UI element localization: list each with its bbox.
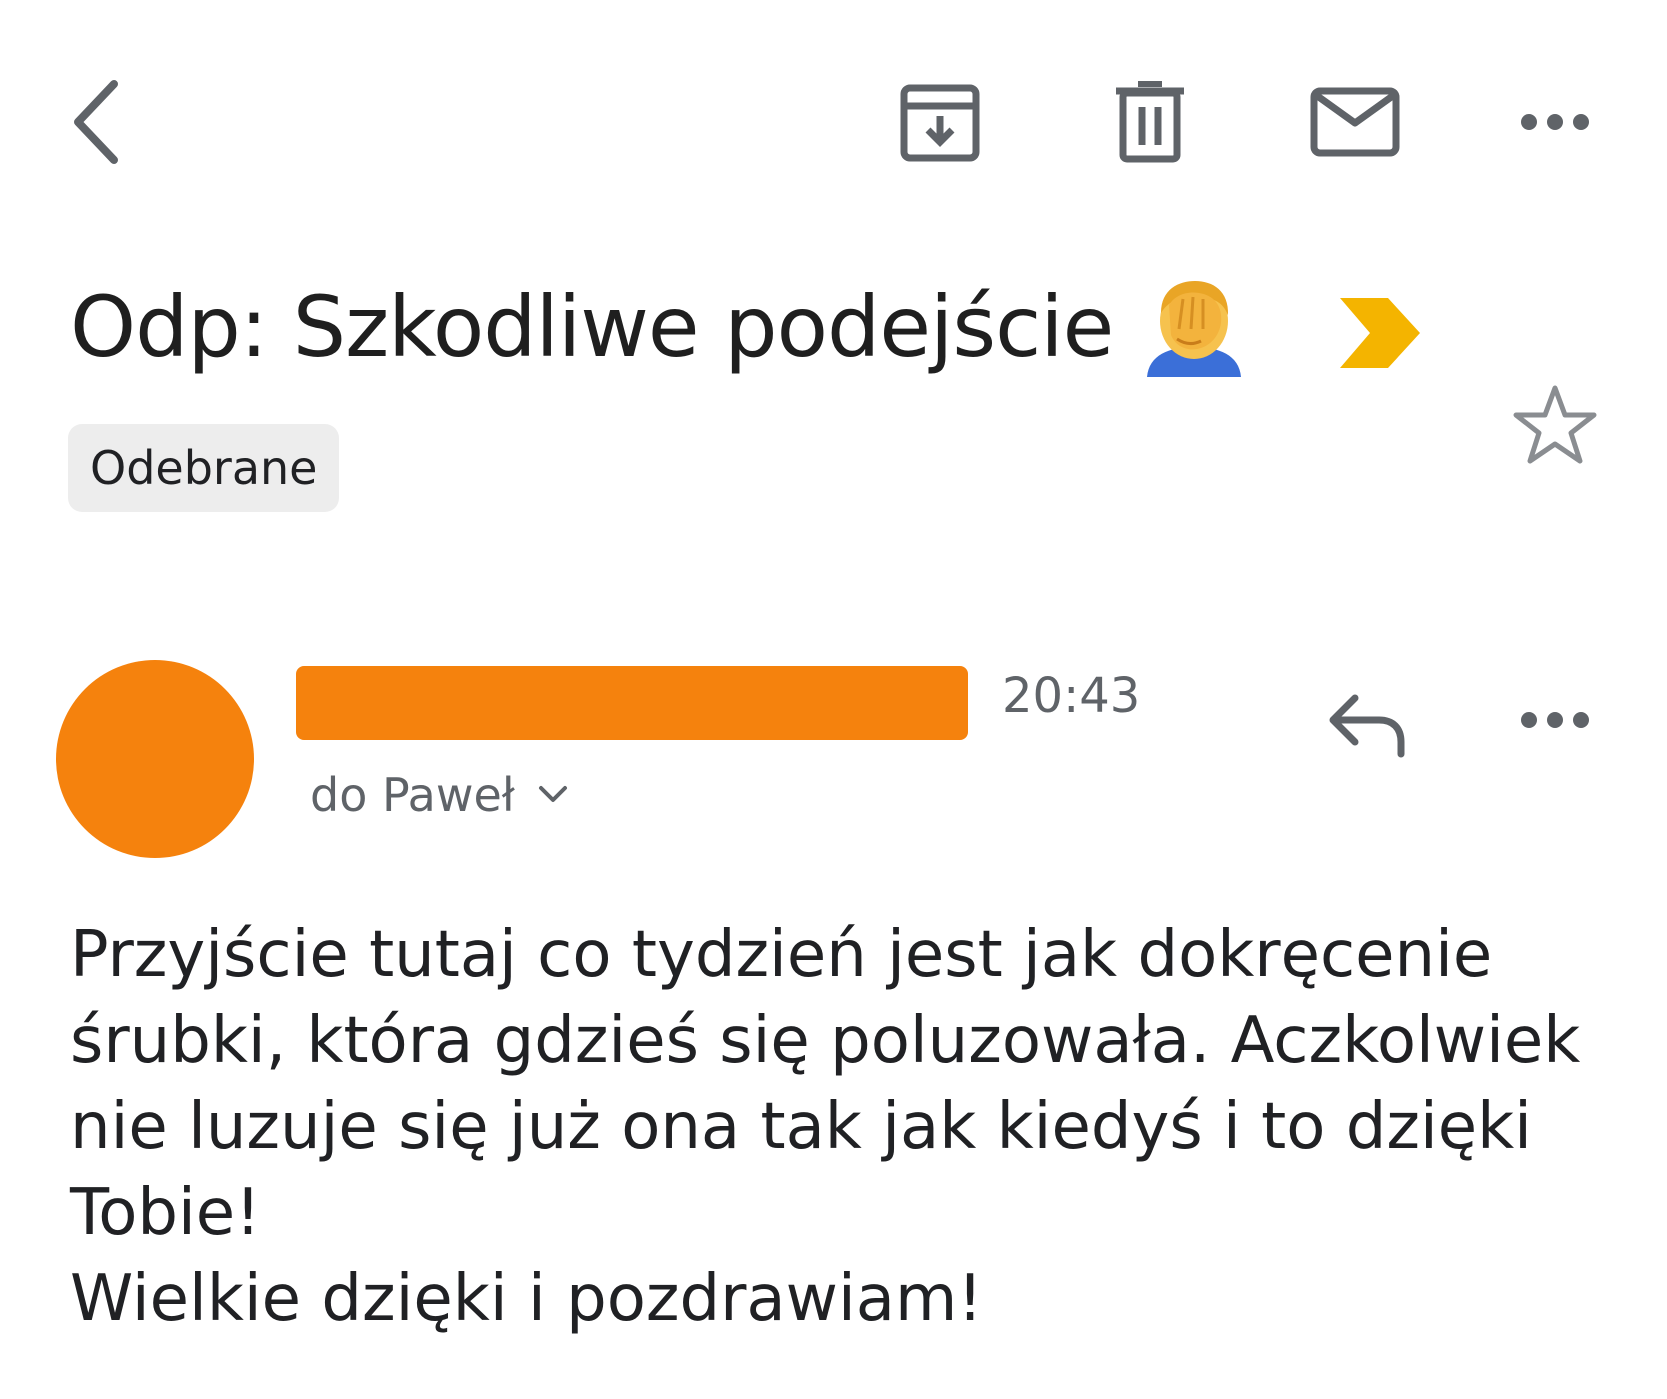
body-line: nie luzuje się już ona tak jak kiedyś i …: [70, 1090, 1532, 1164]
mark-unread-button[interactable]: [1305, 72, 1405, 172]
archive-icon: [900, 84, 980, 162]
reply-icon: [1329, 694, 1405, 758]
label-chip-inbox[interactable]: Odebrane: [68, 424, 340, 512]
back-button[interactable]: [60, 72, 130, 172]
subject-row: Odp: Szkodliwe podejście: [70, 272, 1249, 382]
message-more-button[interactable]: [1510, 690, 1600, 750]
star-button[interactable]: [1505, 375, 1605, 475]
importance-marker-icon[interactable]: [1340, 298, 1420, 368]
chevron-left-icon: [74, 80, 118, 164]
more-horizontal-icon: [1521, 712, 1589, 728]
body-line: Przyjście tutaj co tydzień jest jak dokr…: [70, 918, 1493, 992]
body-line: Tobie!: [70, 1176, 261, 1250]
body-line: Wielkie dzięki i pozdrawiam!: [70, 1262, 983, 1336]
chevron-down-icon: [538, 786, 567, 802]
star-icon: [1513, 385, 1597, 464]
trash-icon: [1116, 81, 1184, 163]
more-horizontal-icon: [1521, 114, 1589, 130]
reply-button[interactable]: [1322, 680, 1412, 770]
more-options-button[interactable]: [1510, 92, 1600, 152]
email-subject: Odp: Szkodliwe podejście: [70, 278, 1114, 376]
sender-name-redacted: [296, 666, 968, 740]
body-line: śrubki, która gdzieś się poluzowała. Acz…: [70, 1004, 1581, 1078]
sender-avatar[interactable]: [56, 660, 254, 858]
message-body: Przyjście tutaj co tydzień jest jak dokr…: [70, 912, 1630, 1342]
mail-icon: [1310, 87, 1400, 157]
recipients-text: do Paweł: [310, 768, 515, 822]
archive-button[interactable]: [890, 72, 990, 172]
message-time: 20:43: [1002, 668, 1141, 724]
delete-button[interactable]: [1100, 72, 1200, 172]
recipients-toggle[interactable]: do Paweł: [310, 768, 569, 822]
facepalm-emoji-icon: [1147, 281, 1242, 377]
